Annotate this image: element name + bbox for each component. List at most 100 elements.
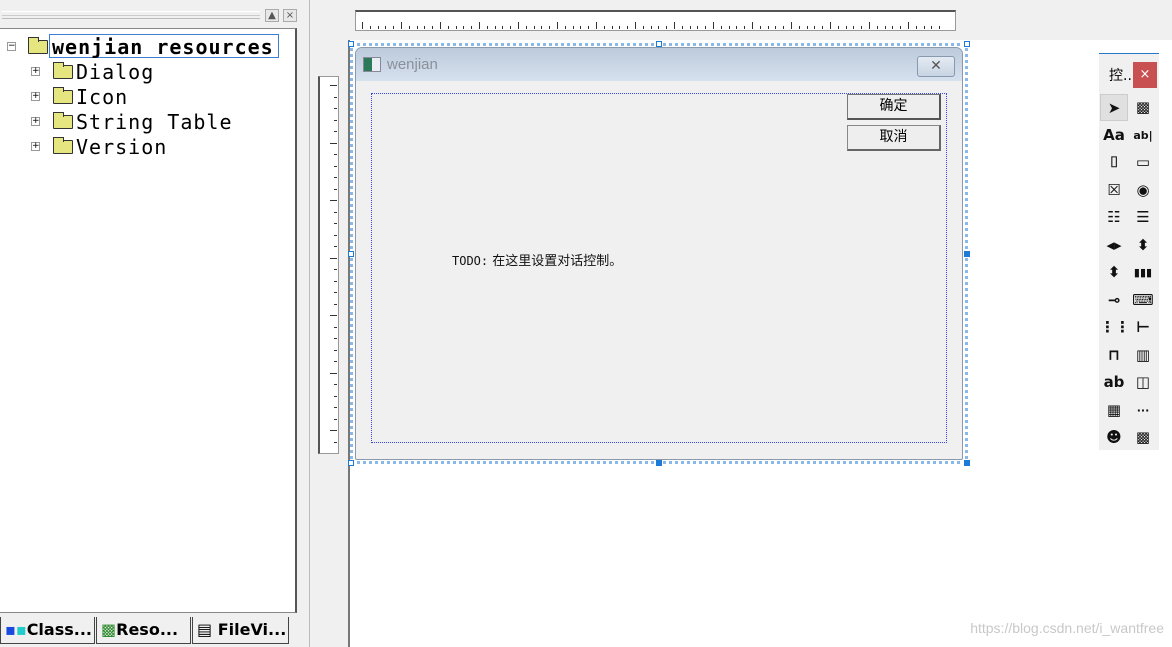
tool-pointer-icon[interactable]: ➤ [1100,94,1128,121]
tool-extended-combo-icon[interactable]: ▩ [1129,424,1157,451]
ruler-tick [330,315,337,316]
resize-handle[interactable] [348,460,354,466]
tree-item-version[interactable]: Version [76,135,167,159]
tab-label: FileVi... [217,620,287,639]
tool-static-text-icon[interactable]: Aa [1100,122,1128,149]
ruler-tick [658,26,660,29]
tool-check-box-icon[interactable]: ☒ [1100,177,1128,204]
ruler-tick [494,26,496,29]
expand-icon[interactable]: + [31,92,40,101]
horizontal-ruler[interactable] [355,10,956,31]
collapse-icon[interactable]: − [7,42,16,51]
ruler-tick [440,22,441,29]
resize-handle[interactable] [656,460,662,466]
tab-resource-view[interactable]: ▩Reso... [96,617,191,644]
ruler-tick [393,26,395,29]
ruler-tick [720,26,722,29]
ruler-tick [892,26,894,29]
tool-hotkey-icon[interactable]: ⌨ [1129,287,1157,314]
ruler-tick [525,26,527,29]
ruler-tick [681,26,683,29]
pane-maximize-button[interactable]: ▲ [265,9,279,22]
ruler-tick [775,26,777,29]
ruler-tick [510,26,512,29]
tool-ip-address-icon[interactable]: ··· [1129,397,1157,424]
ruler-tick [541,26,543,29]
pane-splitter[interactable] [300,0,310,647]
resize-handle[interactable] [964,251,970,257]
dialog-titlebar[interactable]: wenjian ✕ [356,48,962,81]
resize-handle[interactable] [964,460,970,466]
ruler-tick [334,211,337,213]
tool-tree-control-icon[interactable]: ⊢ [1129,314,1157,341]
ruler-tick [642,26,644,29]
ruler-tick [830,22,831,29]
ruler-tick [533,26,535,29]
toolbox-close-button[interactable]: × [1133,62,1157,88]
pane-close-button[interactable]: × [283,9,297,22]
tool-progress-icon[interactable]: ▮▮▮ [1129,259,1157,286]
ruler-tick [627,26,629,29]
ruler-tick [806,26,808,29]
cancel-button[interactable]: 取消 [847,125,941,151]
ruler-tick [697,26,699,29]
ruler-tick [674,22,675,29]
tool-edit-box-icon[interactable]: ab| [1129,122,1157,149]
tool-picture-icon[interactable]: ▩ [1129,94,1157,121]
expand-icon[interactable]: + [31,117,40,126]
open-folder-icon [28,37,48,54]
ruler-tick [330,372,337,374]
tool-vertical-scrollbar-icon[interactable]: ⬍ [1129,232,1157,259]
ruler-tick [619,26,621,29]
ruler-tick [401,22,402,29]
tree-item-string-table[interactable]: String Table [76,110,233,134]
resize-handle[interactable] [964,41,970,47]
ruler-tick [334,349,337,351]
tool-list-control-icon[interactable]: ⋮⋮ [1100,314,1130,341]
tool-date-time-picker-icon[interactable]: ◫ [1129,369,1157,396]
resize-handle[interactable] [348,41,354,47]
resource-tree[interactable]: − wenjian resources + Dialog + Icon + St… [0,28,297,613]
ruler-tick [822,26,824,29]
tool-month-calendar-icon[interactable]: ▦ [1100,397,1128,424]
tree-root-wenjian-resources[interactable]: wenjian resources [49,34,279,59]
tool-combo-box-icon[interactable]: ☷ [1100,204,1128,231]
tool-group-box-icon[interactable]: ⌷ [1100,149,1128,176]
expand-icon[interactable]: + [31,142,40,151]
ruler-tick [385,26,387,29]
tool-animate-icon[interactable]: ▥ [1129,342,1157,369]
class-view-icon-part: ▪ [15,620,27,639]
tool-radio-button-icon[interactable]: ◉ [1129,177,1157,204]
ruler-tick [334,246,337,247]
tree-item-icon[interactable]: Icon [76,85,128,109]
expand-icon[interactable]: + [31,67,40,76]
tool-slider-icon[interactable]: ⊸ [1100,287,1128,314]
tab-class-view[interactable]: ▪▪Class... [0,617,95,644]
ruler-tick [869,22,870,29]
dialog-close-button[interactable]: ✕ [917,56,955,77]
ruler-tick [791,22,792,29]
ruler-tick [931,26,933,29]
tool-spin-icon[interactable]: ⬍ [1100,259,1128,286]
tree-item-dialog[interactable]: Dialog [76,60,154,84]
ruler-tick [330,200,337,201]
dialog-window[interactable]: wenjian ✕ 确定 取消 TODO: 在这里设置对话控制。 [355,47,963,460]
tab-file-view[interactable]: ▤ FileVi... [192,617,289,644]
ruler-tick [502,26,504,29]
tool-rich-edit-icon[interactable]: ab [1100,369,1128,396]
tool-list-box-icon[interactable]: ☰ [1129,204,1157,231]
ruler-tick [596,22,597,29]
vertical-ruler[interactable] [318,76,339,454]
todo-static-text[interactable]: TODO: 在这里设置对话控制。 [452,250,622,269]
ruler-tick [416,26,418,29]
tool-tab-control-icon[interactable]: ⊓ [1100,342,1128,369]
ruler-tick [334,407,337,408]
ruler-tick [334,395,337,397]
ruler-tick [334,119,337,121]
tool-custom-control-icon[interactable]: ☻ [1100,424,1128,451]
resize-handle[interactable] [348,251,354,257]
ok-button[interactable]: 确定 [847,94,941,120]
tool-horizontal-scrollbar-icon[interactable]: ◂▸ [1100,232,1128,259]
tool-button-icon[interactable]: ▭ [1129,149,1157,176]
ruler-tick [635,22,636,29]
